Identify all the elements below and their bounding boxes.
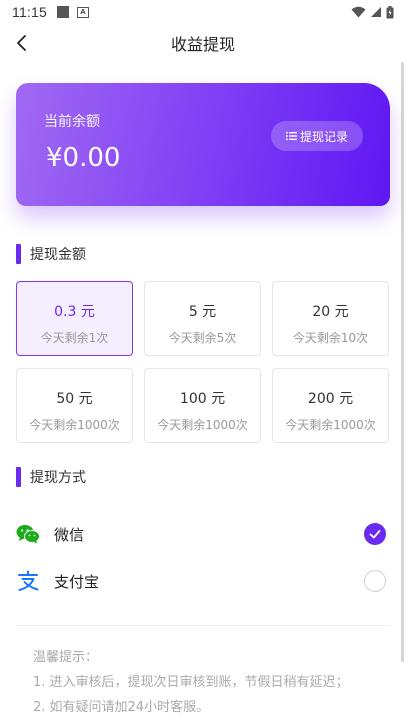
method-section-label: 提现方式 bbox=[30, 470, 86, 486]
notification-square-icon bbox=[57, 6, 69, 18]
divider bbox=[16, 625, 390, 626]
amount-value: 0.3 元 bbox=[54, 304, 95, 320]
amount-option-200[interactable]: 200 元 今天剩余1000次 bbox=[272, 368, 389, 443]
page-title: 收益提现 bbox=[170, 35, 235, 54]
amount-remaining: 今天剩余5次 bbox=[168, 331, 237, 345]
amount-remaining: 今天剩余1000次 bbox=[157, 418, 248, 432]
amount-remaining: 今天剩余1000次 bbox=[29, 418, 120, 432]
nav-bar: 收益提现 bbox=[0, 24, 406, 62]
alipay-icon bbox=[18, 570, 39, 591]
method-section-title: 提现方式 bbox=[16, 467, 86, 487]
amount-remaining: 今天剩余10次 bbox=[292, 331, 369, 345]
payment-method-wechat[interactable]: 微信 bbox=[16, 514, 390, 554]
status-bar: 11:15 A bbox=[0, 0, 406, 24]
amount-remaining: 今天剩余1000次 bbox=[285, 418, 376, 432]
tips-block: 温馨提示： 1. 进入审核后，提现次日审核到账，节假日稍有延迟； 2. 如有疑问… bbox=[33, 645, 349, 720]
amount-value: 200 元 bbox=[307, 391, 354, 407]
amount-value: 20 元 bbox=[312, 304, 349, 320]
payment-method-name: 支付宝 bbox=[54, 572, 100, 591]
balance-label: 当前余额 bbox=[44, 114, 100, 130]
wifi-icon bbox=[351, 6, 366, 18]
tips-title: 温馨提示： bbox=[33, 650, 99, 665]
record-button-label: 提现记录 bbox=[299, 129, 348, 144]
amount-section-label: 提现金额 bbox=[30, 247, 86, 263]
section-accent-bar bbox=[16, 467, 21, 487]
radio-checked[interactable] bbox=[364, 523, 386, 545]
balance-amount: ¥0.00 bbox=[46, 143, 121, 173]
status-time: 11:15 bbox=[12, 4, 47, 20]
amount-option-0-3[interactable]: 0.3 元 今天剩余1次 bbox=[16, 281, 133, 356]
status-icons bbox=[351, 5, 394, 19]
payment-method-alipay[interactable]: 支付宝 bbox=[16, 561, 390, 601]
amount-value: 100 元 bbox=[179, 391, 226, 407]
radio-unchecked[interactable] bbox=[364, 570, 386, 592]
check-icon bbox=[369, 530, 381, 539]
withdraw-record-button[interactable]: 提现记录 bbox=[271, 121, 363, 151]
scrollbar[interactable] bbox=[401, 62, 404, 662]
tips-line-1: 1. 进入审核后，提现次日审核到账，节假日稍有延迟； bbox=[33, 675, 349, 690]
amount-option-5[interactable]: 5 元 今天剩余5次 bbox=[144, 281, 261, 356]
back-arrow-icon[interactable] bbox=[12, 32, 34, 54]
signal-icon bbox=[371, 7, 381, 17]
notification-a-icon: A bbox=[77, 6, 89, 18]
battery-icon bbox=[386, 5, 394, 18]
wechat-icon bbox=[16, 525, 40, 544]
amount-value: 5 元 bbox=[188, 304, 217, 320]
section-accent-bar bbox=[16, 244, 21, 264]
amount-option-100[interactable]: 100 元 今天剩余1000次 bbox=[144, 368, 261, 443]
amount-option-20[interactable]: 20 元 今天剩余10次 bbox=[272, 281, 389, 356]
list-icon bbox=[285, 132, 297, 140]
amount-section-title: 提现金额 bbox=[16, 244, 86, 264]
amount-option-50[interactable]: 50 元 今天剩余1000次 bbox=[16, 368, 133, 443]
tips-line-2: 2. 如有疑问请加24小时客服。 bbox=[33, 700, 210, 715]
amount-value: 50 元 bbox=[56, 391, 93, 407]
balance-card: 当前余额 ¥0.00 提现记录 bbox=[16, 83, 390, 206]
payment-method-name: 微信 bbox=[54, 525, 85, 544]
amount-remaining: 今天剩余1次 bbox=[40, 331, 109, 345]
